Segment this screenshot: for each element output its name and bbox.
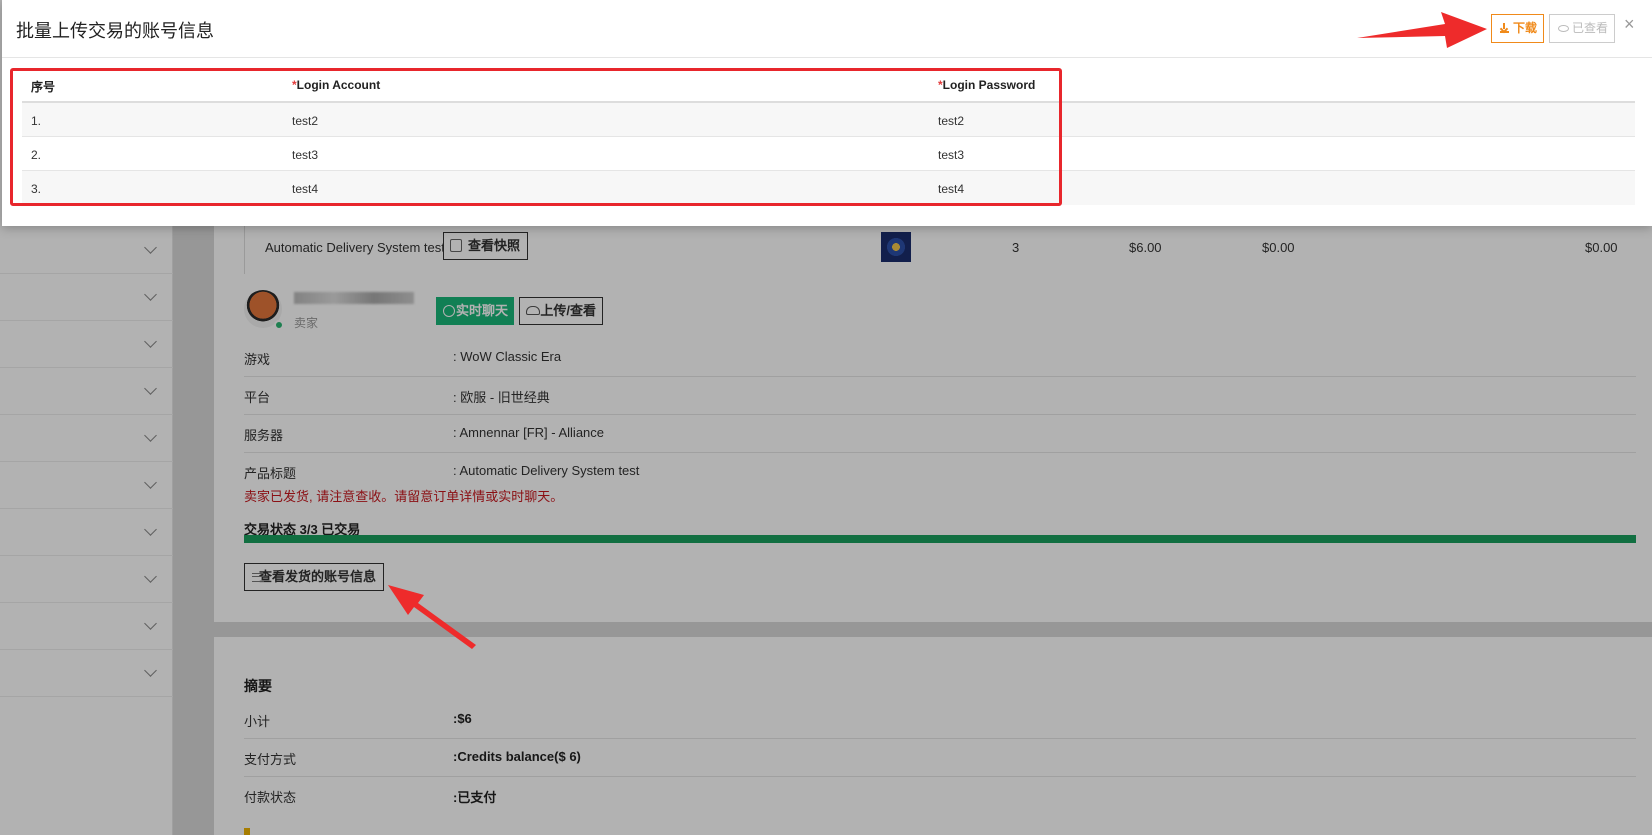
accounts-table: 序号 *Login Account *Login Password 1. tes…: [22, 68, 1635, 205]
header-account-label: Login Account: [296, 78, 381, 92]
header-index: 序号: [31, 80, 56, 94]
eye-icon: [1558, 25, 1569, 32]
row-password: test3: [938, 148, 965, 162]
row-index: 3.: [31, 182, 42, 196]
viewed-label: 已查看: [1571, 21, 1608, 35]
close-icon[interactable]: ×: [1624, 14, 1635, 34]
row-password: test2: [938, 114, 965, 128]
table-row: 1. test2 test2: [22, 103, 1635, 137]
table-header: 序号 *Login Account *Login Password: [22, 68, 1635, 103]
download-icon: [1500, 23, 1509, 33]
table-row: 3. test4 test4: [22, 171, 1635, 205]
viewed-button[interactable]: 已查看: [1549, 14, 1615, 43]
row-account: test2: [292, 114, 319, 128]
row-account: test4: [292, 182, 319, 196]
table-row: 2. test3 test3: [22, 137, 1635, 171]
row-account: test3: [292, 148, 319, 162]
download-label: 下载: [1512, 21, 1537, 35]
header-password: *Login Password: [938, 78, 1035, 92]
modal-header: 批量上传交易的账号信息 下载 已查看 ×: [2, 0, 1652, 58]
row-password: test4: [938, 182, 965, 196]
modal-title: 批量上传交易的账号信息: [16, 21, 214, 41]
accounts-modal: 批量上传交易的账号信息 下载 已查看 × 序号 *Login Account *…: [2, 0, 1652, 226]
header-password-label: Login Password: [942, 78, 1036, 92]
header-account: *Login Account: [292, 78, 380, 92]
download-button[interactable]: 下载: [1491, 14, 1544, 43]
row-index: 1.: [31, 114, 42, 128]
row-index: 2.: [31, 148, 42, 162]
